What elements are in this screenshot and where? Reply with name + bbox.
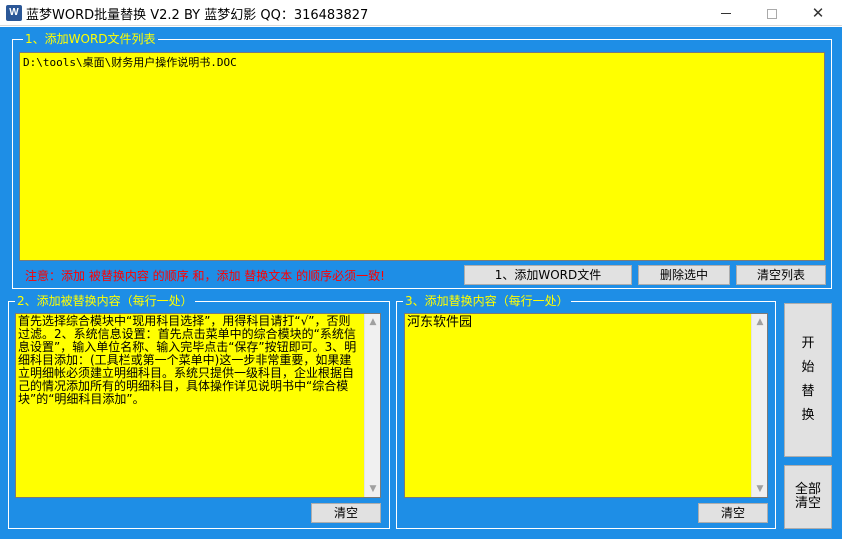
maximize-button[interactable] xyxy=(749,0,795,26)
word-app-icon[interactable]: W xyxy=(6,5,22,21)
start-replace-char-1: 开 xyxy=(801,336,815,351)
file-list-item[interactable]: D:\tools\桌面\财务用户操作说明书.DOC xyxy=(23,54,821,70)
word-file-list-group: 1、添加WORD文件列表 D:\tools\桌面\财务用户操作说明书.DOC 注… xyxy=(12,32,832,289)
minimize-icon xyxy=(721,13,731,14)
maximize-icon xyxy=(767,8,777,19)
scroll-up-icon[interactable]: ▲ xyxy=(752,314,767,330)
clear-all-line-1: 全部 xyxy=(794,482,821,497)
replaced-content-textarea[interactable]: 首先选择综合模块中“现用科目选择”，用得科目请打“√”，否则过滤。2、系统信息设… xyxy=(15,313,381,498)
replaced-content-text: 首先选择综合模块中“现用科目选择”，用得科目请打“√”，否则过滤。2、系统信息设… xyxy=(18,314,357,406)
replaced-content-legend: 2、添加被替换内容（每行一处） xyxy=(15,294,195,308)
replacement-content-scrollbar[interactable]: ▲ ▼ xyxy=(751,314,767,497)
replacement-content-group: 3、添加替换内容（每行一处） 河东软件园 ▲ ▼ 清空 xyxy=(396,294,776,529)
add-word-file-button[interactable]: 1、添加WORD文件 xyxy=(464,265,632,285)
replacement-content-text: 河东软件园 xyxy=(407,315,473,330)
order-warning-note: 注意：添加 被替换内容 的顺序 和，添加 替换文本 的顺序必须一致! xyxy=(25,269,385,283)
start-replace-char-3: 替 xyxy=(801,384,815,399)
clear-replacement-button[interactable]: 清空 xyxy=(698,503,768,523)
scroll-down-icon[interactable]: ▼ xyxy=(752,481,767,497)
word-file-listbox[interactable]: D:\tools\桌面\财务用户操作说明书.DOC xyxy=(19,52,825,261)
replaced-content-scrollbar[interactable]: ▲ ▼ xyxy=(364,314,380,497)
scroll-up-icon[interactable]: ▲ xyxy=(365,314,380,330)
clear-all-line-2: 清空 xyxy=(794,496,821,511)
replacement-content-textarea[interactable]: 河东软件园 ▲ ▼ xyxy=(404,313,768,498)
close-icon: ✕ xyxy=(811,4,825,22)
title-bar: W 蓝梦WORD批量替换 V2.2 BY 蓝梦幻影 QQ：316483827 ✕ xyxy=(0,0,842,26)
start-replace-char-4: 换 xyxy=(801,408,815,423)
word-file-list-legend: 1、添加WORD文件列表 xyxy=(23,32,158,46)
clear-all-button[interactable]: 全部 清空 xyxy=(784,465,832,529)
client-area: 1、添加WORD文件列表 D:\tools\桌面\财务用户操作说明书.DOC 注… xyxy=(0,27,842,539)
clear-list-button[interactable]: 清空列表 xyxy=(736,265,826,285)
close-button[interactable]: ✕ xyxy=(795,0,841,26)
minimize-button[interactable] xyxy=(703,0,749,26)
delete-selected-button[interactable]: 删除选中 xyxy=(638,265,730,285)
scroll-down-icon[interactable]: ▼ xyxy=(365,481,380,497)
start-replace-button[interactable]: 开 始 替 换 xyxy=(784,303,832,457)
start-replace-char-2: 始 xyxy=(801,360,815,375)
window-title: 蓝梦WORD批量替换 V2.2 BY 蓝梦幻影 QQ：316483827 xyxy=(26,8,369,23)
clear-replaced-button[interactable]: 清空 xyxy=(311,503,381,523)
replaced-content-group: 2、添加被替换内容（每行一处） 首先选择综合模块中“现用科目选择”，用得科目请打… xyxy=(8,294,390,529)
replacement-content-legend: 3、添加替换内容（每行一处） xyxy=(403,294,571,308)
